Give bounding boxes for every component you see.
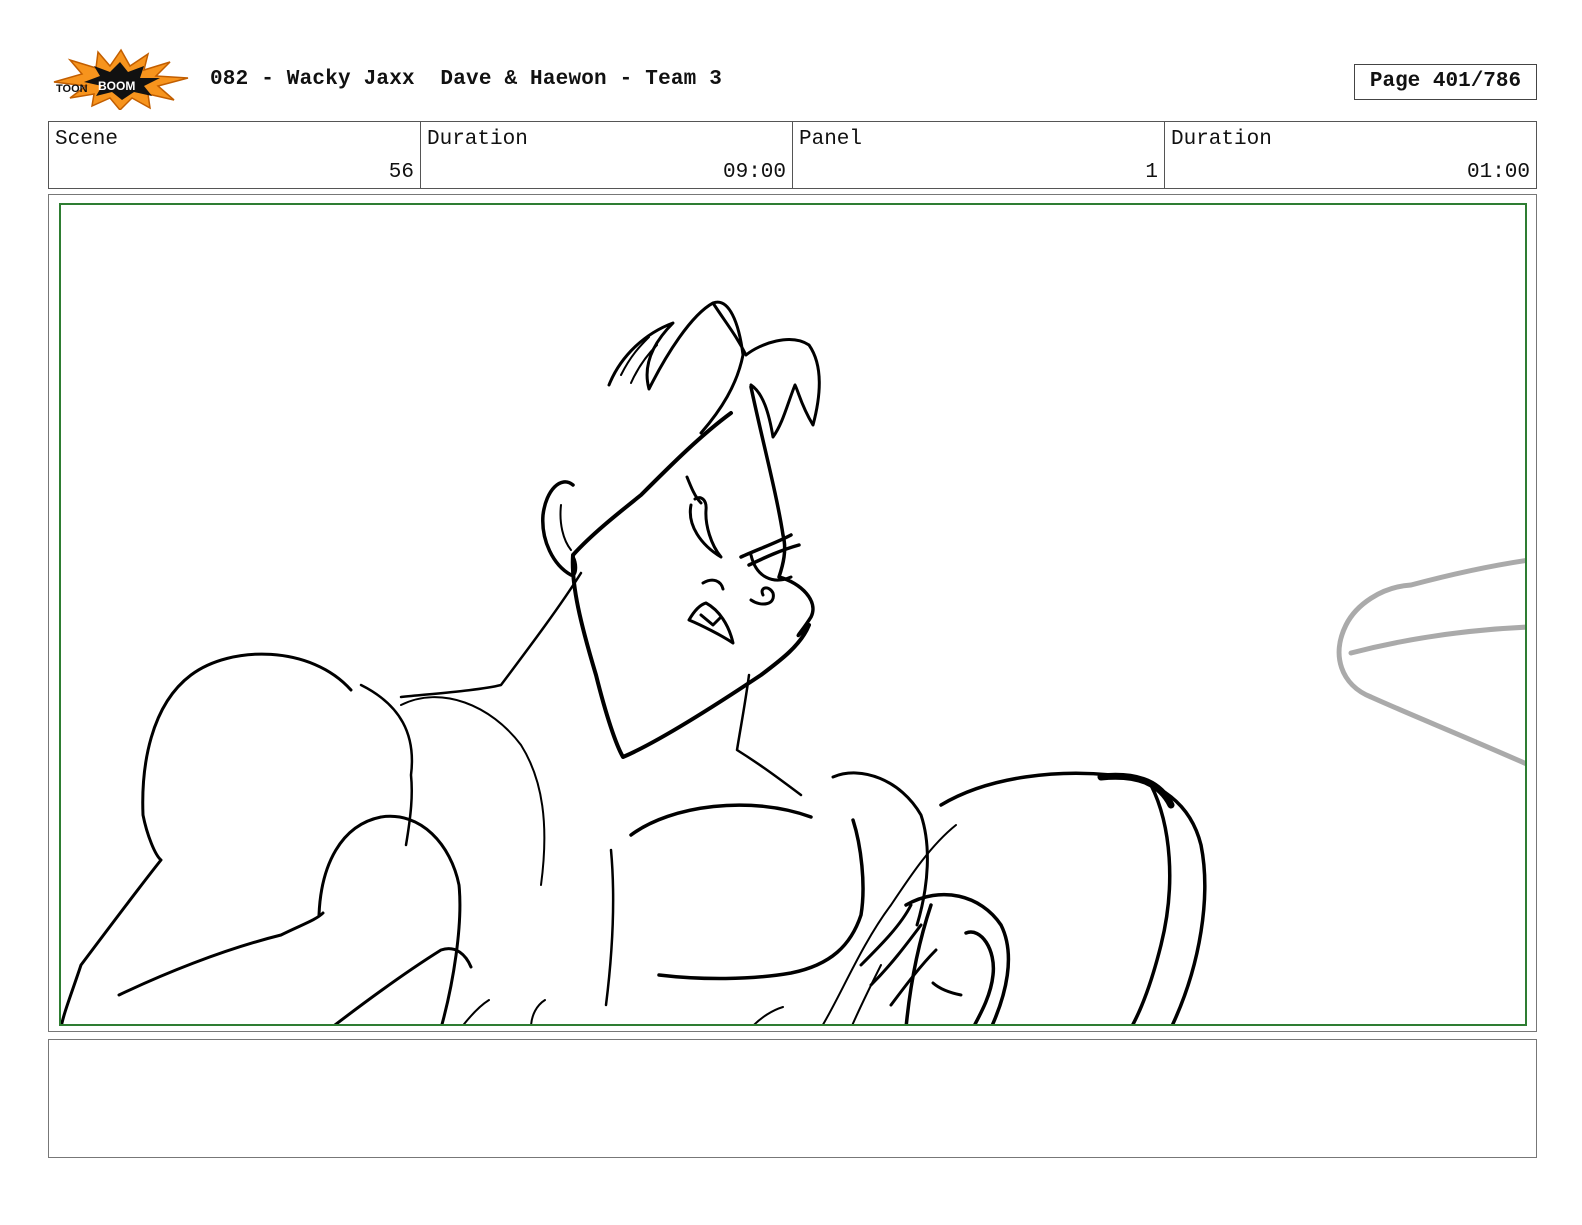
sketch-torso-line <box>604 848 615 1007</box>
sketch-shoulder-left <box>61 652 353 1024</box>
storyboard-title: 082 - Wacky Jaxx Dave & Haewon - Team 3 <box>210 68 723 91</box>
svg-text:TOON: TOON <box>56 83 88 95</box>
sketch-cheek <box>701 578 725 591</box>
sketch-fist-inner <box>1131 783 1172 1024</box>
sketch-chest-left <box>400 696 546 886</box>
sketch-fist-top <box>1097 772 1175 809</box>
panel-frame <box>59 203 1527 1026</box>
sketch-forearm <box>317 814 462 1024</box>
svg-text:BOOM: BOOM <box>98 79 135 93</box>
scene-label: Scene <box>55 128 119 151</box>
sketch-wrist <box>822 824 957 1024</box>
panel-duration-value: 01:00 <box>1466 161 1530 184</box>
panel-duration-cell: Duration 01:00 <box>1165 122 1536 188</box>
sketch-hair <box>607 300 821 439</box>
scene-duration-label: Duration <box>427 128 528 151</box>
sketch-motion-lines <box>1336 558 1525 766</box>
scene-info-table: Scene 56 Duration 09:00 Panel 1 Duration… <box>48 121 1537 189</box>
scene-duration-value: 09:00 <box>722 161 786 184</box>
panel-cell: Panel 1 <box>793 122 1165 188</box>
panel-duration-label: Duration <box>1171 128 1272 151</box>
sketch-ear-inner <box>559 504 572 551</box>
sketch-ear <box>541 480 578 577</box>
sketch-eye-left <box>688 496 723 559</box>
panel-label: Panel <box>799 128 863 151</box>
scene-cell: Scene 56 <box>49 122 421 188</box>
page-number: Page 401/786 <box>1354 64 1537 100</box>
sketch-neck <box>399 571 803 797</box>
scene-duration-cell: Duration 09:00 <box>421 122 793 188</box>
toonboom-logo: TOON BOOM <box>52 48 190 112</box>
sketch-mouth <box>687 601 735 645</box>
scene-value: 56 <box>388 161 414 184</box>
sketch-bottom-strokes <box>462 999 784 1024</box>
sketch-chest-right <box>629 803 813 837</box>
panel-sketch <box>61 300 1525 1024</box>
sketch-head <box>570 411 811 759</box>
sketch-brow-right <box>739 533 801 567</box>
sketch-nose <box>749 586 775 606</box>
sketch-face-right <box>749 385 815 638</box>
sketch-fist <box>939 771 1207 1024</box>
panel-notes <box>48 1039 1537 1158</box>
sketch-abs <box>657 818 865 981</box>
panel-value: 1 <box>1145 161 1158 184</box>
sketch-arm-lower <box>117 911 325 997</box>
